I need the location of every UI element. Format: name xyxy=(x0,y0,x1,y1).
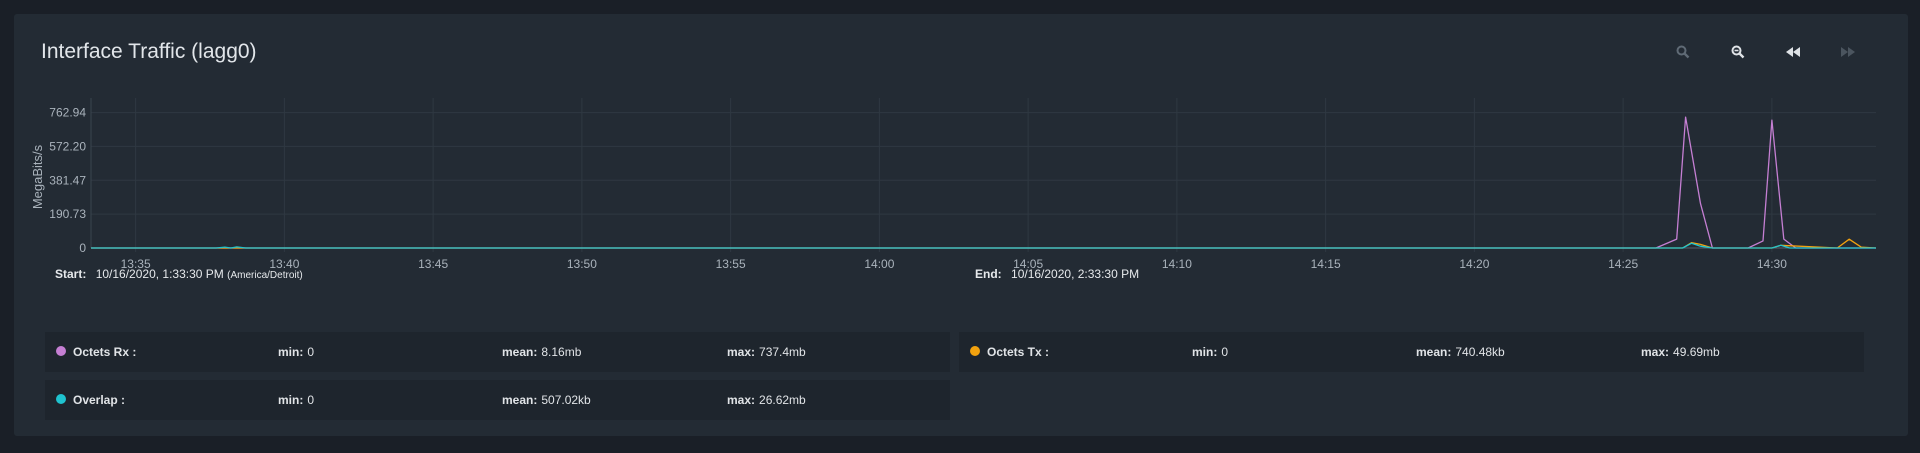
legend-row-octets-tx: Octets Tx : min: 0 mean: 740.48kb max: 49.6… xyxy=(959,332,1864,372)
range-end-value: 10/16/2020, 2:33:30 PM xyxy=(1011,267,1140,281)
legend-series-name: Octets Rx : xyxy=(73,345,137,359)
zoom-out-button[interactable] xyxy=(1722,40,1753,64)
legend-row-octets-rx: Octets Rx : min: 0 mean: 8.16mb max: 737.4m… xyxy=(45,332,950,372)
x-tick-label: 14:15 xyxy=(1311,257,1341,271)
y-axis-label: MegaBits/s xyxy=(30,144,45,209)
traffic-chart-svg: 762.94572.20381.47190.73013:35 13:40 13:45… xyxy=(30,98,1877,271)
legend-dot xyxy=(56,346,66,356)
legend-mean: mean: 507.02kb xyxy=(502,393,591,407)
range-timezone: (America/Detroit) xyxy=(227,270,303,281)
y-tick-label: 381.47 xyxy=(49,173,86,187)
fast-forward-icon xyxy=(1840,47,1855,57)
traffic-chart: 762.94 572.20 381.47 190.73 0 13:35 13:40 13:45… xyxy=(14,86,1908,276)
y-tick-label: 572.20 xyxy=(49,139,86,153)
interface-traffic-card: Interface Traffic (lagg0) 762.94 572.20 … xyxy=(14,14,1908,436)
x-tick-label: 14:10 xyxy=(1162,257,1192,271)
zoom-out-icon xyxy=(1731,45,1744,59)
x-tick-label: 14:00 xyxy=(864,257,894,271)
legend-min: min: 0 xyxy=(1192,345,1229,359)
legend-mean: mean: 740.48kb xyxy=(1416,345,1505,359)
x-tick-label: 14:30 xyxy=(1757,257,1787,271)
zoom-in-button[interactable] xyxy=(1667,40,1698,64)
step-forward-button[interactable] xyxy=(1832,40,1863,64)
step-back-button[interactable] xyxy=(1777,40,1808,64)
legend-mean: mean: 8.16mb xyxy=(502,345,582,359)
legend-dot xyxy=(56,394,66,404)
legend-min: min: 0 xyxy=(278,345,315,359)
card-title: Interface Traffic (lagg0) xyxy=(41,40,257,63)
legend-max: max: 49.69mb xyxy=(1641,345,1720,359)
legend-min: min: 0 xyxy=(278,393,315,407)
y-tick-label: 190.73 xyxy=(49,207,86,221)
x-tick-label: 13:45 xyxy=(418,257,448,271)
legend-series-name: Overlap : xyxy=(73,393,126,407)
x-tick-label: 13:50 xyxy=(567,257,597,271)
range-end: End: 10/16/2020, 2:33:30 PM xyxy=(975,267,1139,281)
x-tick-label: 14:25 xyxy=(1608,257,1638,271)
series-line-tx xyxy=(91,238,1877,249)
range-end-label: End: xyxy=(975,267,1002,281)
x-tick-label: 14:20 xyxy=(1459,257,1489,271)
y-tick-label: 762.94 xyxy=(49,106,86,120)
legend-dot xyxy=(970,346,980,356)
series-line-overlap xyxy=(91,242,1876,249)
y-tick-label: 0 xyxy=(79,241,86,255)
range-start: Start: 10/16/2020, 1:33:30 PM (America/D… xyxy=(55,267,303,281)
zoom-in-icon xyxy=(1676,45,1689,59)
range-start-label: Start: xyxy=(55,267,87,281)
rewind-icon xyxy=(1785,47,1800,57)
legend-max: max: 737.4mb xyxy=(727,345,806,359)
series-line-rx xyxy=(91,116,1876,249)
legend-row-overlap: Overlap : min: 0 mean: 507.02kb max: 26.62m… xyxy=(45,380,950,420)
x-tick-label: 13:55 xyxy=(716,257,746,271)
chart-toolbar xyxy=(1667,40,1863,64)
range-start-value: 10/16/2020, 1:33:30 PM xyxy=(95,267,224,281)
legend-max: max: 26.62mb xyxy=(727,393,806,407)
legend-series-name: Octets Tx : xyxy=(987,345,1050,359)
